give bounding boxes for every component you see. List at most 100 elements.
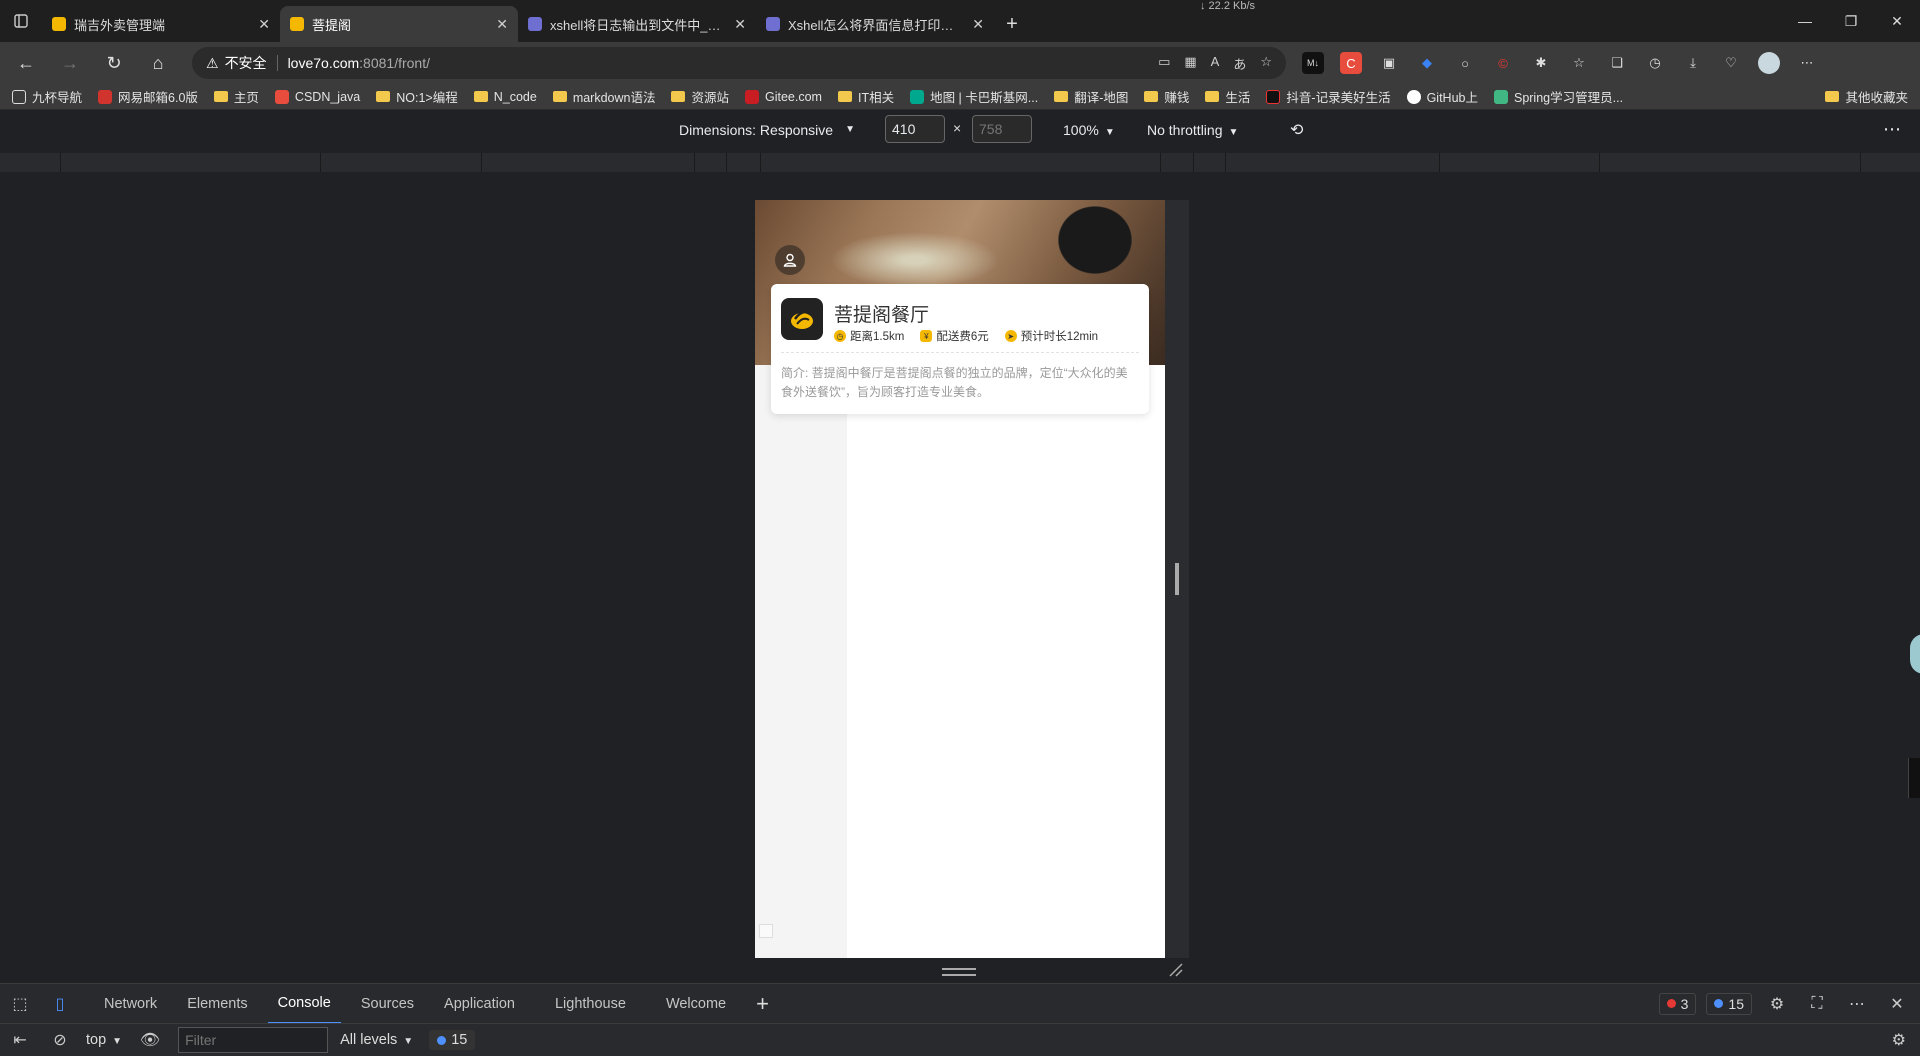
back-button[interactable]: ← [8, 47, 44, 79]
bookmark-item[interactable]: NO:1>编程 [376, 87, 458, 106]
bookmark-item[interactable]: CSDN_java [274, 89, 360, 104]
clear-console-icon[interactable]: ⊘ [40, 1030, 80, 1050]
history-icon[interactable]: ◷ [1644, 52, 1666, 74]
close-window-button[interactable]: ✕ [1874, 0, 1920, 42]
ruler-segment[interactable] [1193, 153, 1194, 172]
tab-lighthouse[interactable]: Lighthouse [545, 984, 636, 1024]
error-count-badge[interactable]: 3 [1658, 992, 1697, 1015]
favorite-add-icon[interactable]: ☆ [1260, 54, 1272, 73]
more-menu-icon[interactable]: ⋯ [1796, 52, 1818, 74]
ruler-segment[interactable] [1160, 153, 1161, 172]
settings-gear-icon[interactable]: ⚙ [1762, 994, 1792, 1014]
zoom-dropdown[interactable]: 100% ▼ [1063, 122, 1115, 138]
tab-close-icon[interactable]: ✕ [496, 16, 508, 33]
screen-extension-icon[interactable]: ▣ [1378, 52, 1400, 74]
tab-close-icon[interactable]: ✕ [258, 16, 270, 33]
browser-tab-2[interactable]: xshell将日志输出到文件中_百度 ✕ [518, 6, 756, 42]
add-tab-icon[interactable]: + [756, 991, 769, 1017]
ruler-segment[interactable] [320, 153, 321, 172]
context-selector[interactable]: top ▼ [86, 1032, 122, 1048]
tab-elements[interactable]: Elements [177, 984, 257, 1024]
bookmark-item[interactable]: 网易邮箱6.0版 [98, 87, 198, 106]
ruler-segment[interactable] [1860, 153, 1861, 172]
new-tab-button[interactable]: + [994, 6, 1030, 42]
close-devtools-icon[interactable]: ✕ [1882, 994, 1912, 1014]
sidebar-checkbox[interactable] [759, 924, 773, 938]
bookmark-item[interactable]: 资源站 [671, 87, 729, 106]
width-input[interactable] [885, 115, 945, 143]
favorites-icon[interactable]: ☆ [1568, 52, 1590, 74]
tab-close-icon[interactable]: ✕ [734, 16, 746, 33]
circle-extension-icon[interactable]: ○ [1454, 52, 1476, 74]
minimize-button[interactable]: — [1782, 0, 1828, 42]
bookmark-item[interactable]: 翻译-地图 [1054, 87, 1128, 106]
console-message-count[interactable]: 15 [429, 1030, 476, 1050]
bookmark-item[interactable]: 赚钱 [1144, 87, 1189, 106]
ruler-segment[interactable] [1439, 153, 1440, 172]
inspect-element-icon[interactable]: ⬚ [0, 994, 40, 1014]
qr-code-icon[interactable]: ▦ [1184, 54, 1196, 73]
tab-welcome[interactable]: Welcome [656, 984, 736, 1024]
browser-tab-0[interactable]: 瑞吉外卖管理端 ✕ [42, 6, 280, 42]
bookmark-item[interactable]: Gitee.com [745, 89, 822, 104]
tab-console[interactable]: Console [267, 984, 341, 1024]
log-levels-dropdown[interactable]: All levels ▼ [340, 1032, 413, 1048]
csdn-extension-icon[interactable]: C [1340, 52, 1362, 74]
dimensions-dropdown[interactable]: Dimensions: Responsive ▼ [679, 122, 855, 138]
extensions-icon[interactable]: ✱ [1530, 52, 1552, 74]
throttling-dropdown[interactable]: No throttling ▼ [1147, 122, 1238, 138]
home-button[interactable]: ⌂ [140, 47, 176, 79]
message-count-badge[interactable]: 15 [1706, 992, 1752, 1015]
eye-icon[interactable]: 👁 [130, 1030, 170, 1050]
security-status[interactable]: 不安全 [225, 53, 267, 73]
sidebar-toggle-icon[interactable]: ⇤ [0, 1030, 40, 1050]
right-resize-handle[interactable] [1175, 563, 1179, 595]
ruler-segment[interactable] [1599, 153, 1600, 172]
shield-extension-icon[interactable]: ◆ [1416, 52, 1438, 74]
markdown-extension-icon[interactable]: M↓ [1302, 52, 1324, 74]
bookmark-item[interactable]: 生活 [1205, 87, 1250, 106]
side-panel-toggle[interactable] [1908, 758, 1920, 798]
other-bookmarks[interactable]: 其他收藏夹 [1825, 87, 1908, 106]
ruler-segment[interactable] [481, 153, 482, 172]
bookmark-item[interactable]: 九杯导航 [12, 87, 82, 106]
address-bar[interactable]: ⚠ 不安全 love7o.com:8081/front/ ▭ ▦ A あ ☆ [192, 47, 1286, 79]
console-settings-icon[interactable]: ⚙ [1892, 1030, 1906, 1050]
bookmark-item[interactable]: 地图 | 卡巴斯基网... [910, 87, 1038, 106]
customize-icon[interactable]: ⛶ [1802, 995, 1832, 1013]
bookmark-item[interactable]: 抖音-记录美好生活 [1266, 87, 1391, 106]
browser-tab-3[interactable]: Xshell怎么将界面信息打印到txt ✕ [756, 6, 994, 42]
ruler-segment[interactable] [694, 153, 695, 172]
bottom-resize-handle[interactable] [942, 968, 976, 976]
bookmark-item[interactable]: markdown语法 [552, 87, 655, 106]
user-icon[interactable] [775, 245, 805, 275]
tab-application[interactable]: Application [434, 984, 525, 1024]
copyright-extension-icon[interactable]: © [1492, 52, 1514, 74]
more-options-icon[interactable]: ⋯ [1842, 994, 1872, 1014]
height-input[interactable] [972, 115, 1032, 143]
collections-icon[interactable]: ❏ [1606, 52, 1628, 74]
ruler-segment[interactable] [760, 153, 761, 172]
reload-button[interactable]: ↻ [96, 47, 132, 79]
device-more-icon[interactable]: ⋯ [1883, 119, 1902, 140]
ruler-segment[interactable] [726, 153, 727, 172]
tab-sources[interactable]: Sources [351, 984, 424, 1024]
read-aloud-icon[interactable]: A [1211, 54, 1220, 73]
filter-input[interactable] [178, 1027, 329, 1053]
browser-tab-1[interactable]: 菩提阁 ✕ [280, 6, 518, 42]
bookmark-item[interactable]: GitHub上 [1406, 87, 1478, 106]
bookmark-item[interactable]: 主页 [213, 87, 259, 106]
tab-actions-button[interactable] [0, 0, 42, 42]
restore-button[interactable]: ❐ [1828, 0, 1874, 42]
corner-resize-icon[interactable] [1168, 962, 1184, 978]
ruler-segment[interactable] [1225, 153, 1226, 172]
bookmark-item[interactable]: Spring学习管理员... [1493, 87, 1623, 106]
forward-button[interactable]: → [52, 47, 88, 79]
profile-avatar[interactable] [1758, 52, 1780, 74]
translate-icon[interactable]: あ [1233, 54, 1246, 73]
device-toggle-icon[interactable]: ▯ [40, 994, 80, 1014]
floating-assistant-button[interactable] [1910, 634, 1920, 674]
bookmark-item[interactable]: IT相关 [837, 87, 894, 106]
download-icon[interactable]: ⤓ [1682, 52, 1704, 74]
performance-icon[interactable]: ♡ [1720, 52, 1742, 74]
